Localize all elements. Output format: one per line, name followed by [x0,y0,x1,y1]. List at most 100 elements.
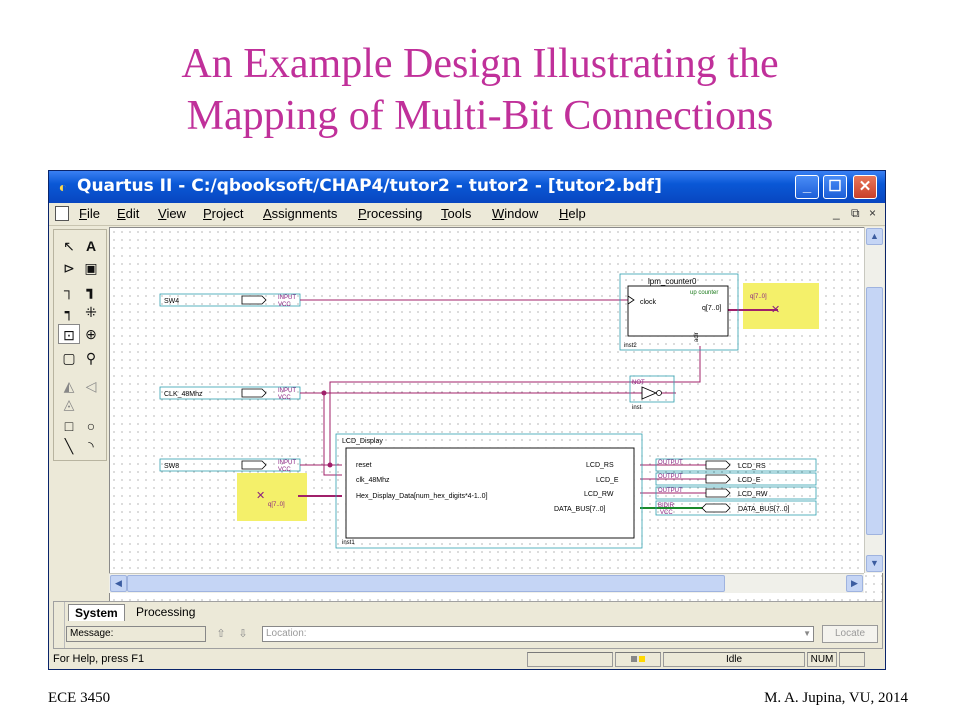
previous-message-icon[interactable]: ⇧ [212,626,230,642]
menu-edit[interactable]: Edit [117,206,139,221]
horizontal-scrollbar[interactable]: ◀ ▶ [109,573,864,593]
selection-icon[interactable]: ↖ [58,236,80,256]
counter-q-port: q[7..0] [702,305,722,312]
output-pin-lcd-rw[interactable]: OUTPUT LCD_RW [655,486,817,500]
orthogonal-bus-icon[interactable]: ┓ [80,280,102,300]
sw8-type: INPUT [278,460,296,466]
input-pin-sw4[interactable]: SW4 INPUT VCC [159,293,301,308]
lcd-databus-port: DATA_BUS[7..0] [554,506,606,513]
title-bar[interactable]: ◐ Quartus II - C:/qbooksoft/CHAP4/tutor2… [49,171,885,203]
menu-processing[interactable]: Processing [358,206,422,221]
mdi-restore-button[interactable]: ⧉ [851,206,860,221]
sw4-vcc: VCC [278,302,291,308]
message-label: Message: [70,628,114,639]
menu-bar: File Edit View Project Assignments Proce… [49,203,885,226]
document-icon[interactable] [55,206,69,221]
line-icon[interactable]: ╲ [58,436,80,456]
scroll-right-icon[interactable]: ▶ [846,575,863,592]
menu-view[interactable]: View [158,206,186,221]
lcd-input-highlight [237,473,307,521]
lcd-name: LCD_Display [342,438,383,445]
sw8-label: SW8 [164,463,179,470]
status-indicator-cell [615,652,661,667]
zoom-icon[interactable]: ⊕ [80,324,102,344]
quartus-window: ◐ Quartus II - C:/qbooksoft/CHAP4/tutor2… [48,170,886,670]
menu-tools[interactable]: Tools [441,206,471,221]
progress-icon [631,656,637,662]
rotate-icon[interactable]: ◬ [58,394,80,414]
clk-type: INPUT [278,388,296,394]
quartus-app-icon[interactable]: ◐ [55,179,71,195]
conduit-icon[interactable]: ┑ [58,302,80,322]
close-icon: ✕ [858,178,872,195]
slide-title: An Example Design Illustrating the Mappi… [0,38,960,142]
lcd-hex-port: Hex_Display_Data[num_hex_digits*4-1..0] [356,493,488,500]
data-bus-label: DATA_BUS[7..0] [738,506,790,513]
schematic-canvas[interactable]: SW4 INPUT VCC CLK_48Mhz INPUT VCC SW8 IN… [109,227,883,603]
lpm-counter-block[interactable]: lpm_counter0 clock up counter q[7..0] ac… [619,273,739,351]
tab-processing[interactable]: Processing [130,604,201,620]
oval-icon[interactable]: ○ [80,416,102,436]
message-field[interactable]: Message: [66,626,206,642]
scroll-left-icon[interactable]: ◀ [110,575,127,592]
status-last-cell [839,652,865,667]
flip-vertical-icon[interactable]: ◁ [80,376,102,396]
minimize-button[interactable]: _ [795,175,819,199]
mdi-minimize-button[interactable]: _ [833,206,840,220]
lcd-rw-type: OUTPUT [658,488,683,494]
data-bus-type: BIDIR [658,503,675,509]
menu-assignments[interactable]: Assignments [263,206,337,221]
block-editor-toolbar: ↖ A ⊳ ▣ ┐ ┓ ┑ ⁜ ⊡ ⊕ ▢ ⚲ ◭ ◁ ◬ □ ○ ╲ ◝ [53,229,107,461]
partial-select-icon[interactable]: ⊡ [58,324,80,344]
lcd-rs-label: LCD_RS [738,463,766,470]
text-icon[interactable]: A [80,236,102,256]
close-button[interactable]: ✕ [853,175,877,199]
panel-grip[interactable] [56,602,65,648]
menu-help[interactable]: Help [559,206,586,221]
arc-icon[interactable]: ◝ [80,436,102,456]
next-message-icon[interactable]: ⇩ [234,626,252,642]
counter-name: lpm_counter0 [648,277,697,286]
maximize-button[interactable]: ☐ [823,175,847,199]
scroll-up-icon[interactable]: ▲ [866,228,883,245]
counter-output-x-icon: ✕ [771,304,780,316]
output-pin-lcd-e[interactable]: OUTPUT LCD_E [655,472,817,486]
not-inst: inst [632,405,642,411]
locate-button[interactable]: Locate [822,625,878,643]
clk-vcc: VCC [278,395,291,401]
lcd-input-label: q[7..0] [268,502,285,508]
block-icon[interactable]: ▣ [80,258,102,278]
horizontal-scroll-thumb[interactable] [127,575,725,592]
not-label: NOT [632,380,645,386]
rubberband-icon[interactable]: ⁜ [80,302,102,322]
tab-system[interactable]: System [68,604,125,621]
vertical-scrollbar[interactable]: ▲ ▼ [864,227,884,573]
minimize-icon: _ [802,178,812,195]
orthogonal-node-icon[interactable]: ┐ [58,280,80,300]
scroll-down-icon[interactable]: ▼ [866,555,883,572]
sw4-label: SW4 [164,298,179,305]
vertical-scroll-thumb[interactable] [866,287,883,535]
input-pin-clk[interactable]: CLK_48Mhz INPUT VCC [159,386,301,401]
counter-aclr-port: aclr [694,332,700,342]
menu-project[interactable]: Project [203,206,243,221]
schematic-drawing: SW4 INPUT VCC CLK_48Mhz INPUT VCC SW8 IN… [159,273,819,549]
aclr-wire [329,346,701,465]
fullscreen-icon[interactable]: ▢ [58,348,80,368]
find-icon[interactable]: ⚲ [80,348,102,368]
sw8-vcc: VCC [278,467,291,473]
data-bus-vcc: VCC [660,510,673,516]
mdi-close-button[interactable]: × [869,206,876,220]
location-field[interactable]: Location: ▼ [262,626,814,642]
menu-window[interactable]: Window [492,206,538,221]
chevron-down-icon[interactable]: ▼ [803,627,811,641]
output-pin-lcd-rs[interactable]: OUTPUT LCD_RS [655,458,817,472]
flip-horizontal-icon[interactable]: ◭ [58,376,80,396]
symbol-icon[interactable]: ⊳ [58,258,80,278]
rectangle-icon[interactable]: □ [58,416,80,436]
clk-label: CLK_48Mhz [164,391,203,398]
input-pin-sw8[interactable]: SW8 INPUT VCC [159,458,301,473]
menu-file[interactable]: File [79,206,100,221]
warning-icon [639,656,645,662]
lcd-display-block[interactable]: LCD_Display reset clk_48Mhz Hex_Display_… [335,433,643,549]
